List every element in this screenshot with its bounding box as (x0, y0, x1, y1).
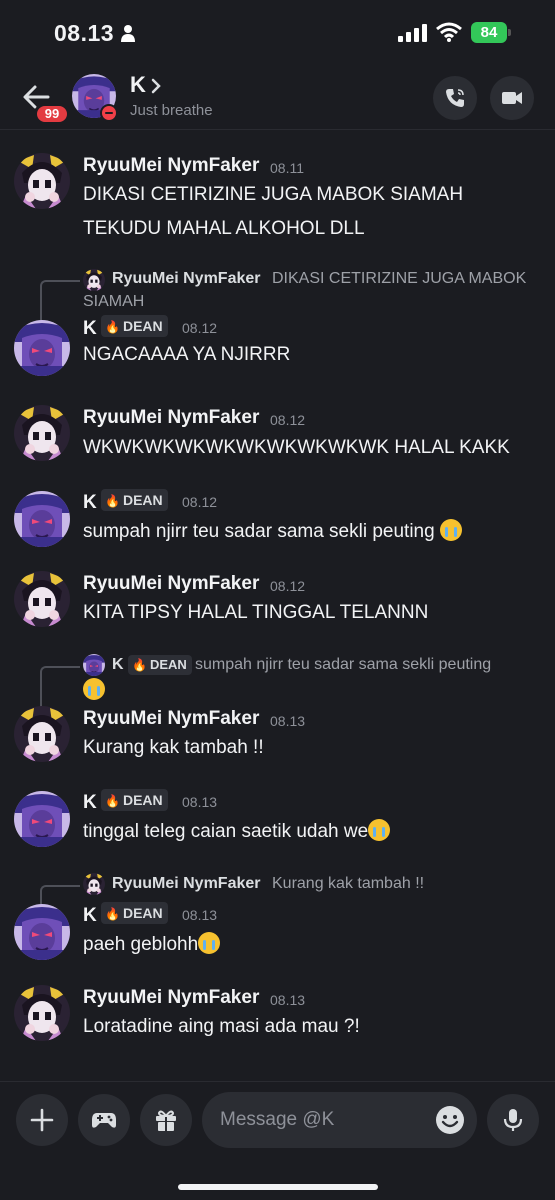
message-timestamp: 08.12 (182, 494, 218, 510)
avatar[interactable] (14, 571, 70, 627)
server-tag: 🔥 DEAN (101, 789, 168, 811)
add-attachment-button[interactable] (16, 1094, 68, 1146)
avatar[interactable] (14, 153, 70, 209)
avatar[interactable] (14, 791, 70, 847)
loudly-crying-emoji (439, 519, 462, 541)
message-username[interactable]: RyuuMei NymFaker (83, 573, 259, 595)
message-text: paeh geblohh (83, 932, 221, 956)
chat-header: 99 K Just breathe (0, 66, 555, 130)
smiley-icon[interactable] (435, 1105, 465, 1135)
avatar[interactable] (14, 491, 70, 547)
gift-icon (156, 1110, 176, 1131)
avatar (83, 269, 105, 291)
phone-icon (446, 89, 464, 107)
message-timestamp: 08.11 (270, 160, 304, 176)
message-username[interactable]: K (83, 792, 97, 814)
server-tag: 🔥 DEAN (128, 655, 192, 675)
cellular-signal-icon (398, 24, 427, 42)
plus-icon (30, 1108, 54, 1132)
message-timestamp: 08.13 (270, 992, 306, 1008)
avatar (83, 654, 105, 676)
custom-status: Just breathe (130, 102, 213, 119)
gamepad-icon (92, 1113, 116, 1128)
reply-text: sumpah njirr teu sadar sama sekli peutin… (195, 656, 492, 673)
avatar (83, 873, 105, 895)
home-indicator[interactable] (178, 1184, 378, 1190)
message-timestamp: 08.13 (270, 713, 306, 729)
message-timestamp: 08.12 (182, 320, 218, 336)
message-timestamp: 08.12 (270, 412, 306, 428)
reply-text: SIAMAH (83, 293, 145, 310)
message-text: tinggal teleg caian saetik udah we (83, 819, 391, 843)
unread-badge: 99 (34, 103, 70, 125)
reply-username: K (112, 656, 124, 673)
loudly-crying-emoji (368, 819, 391, 841)
fire-icon: 🔥 (105, 494, 120, 508)
message-text: KITA TIPSY HALAL TINGGAL TELANNN (83, 602, 429, 623)
message-username[interactable]: RyuuMei NymFaker (83, 155, 259, 177)
message-list: RyuuMei NymFaker 08.11 DIKASI CETIRIZINE… (0, 131, 555, 1081)
battery-level: 84 (471, 22, 507, 43)
avatar[interactable] (14, 985, 70, 1041)
server-tag: 🔥 DEAN (101, 489, 168, 511)
fire-icon: 🔥 (105, 320, 120, 334)
message-input[interactable]: Message @K (202, 1092, 477, 1148)
message-timestamp: 08.12 (270, 578, 306, 594)
message-placeholder: Message @K (220, 1109, 335, 1130)
message-username[interactable]: K (83, 905, 97, 927)
voice-call-button[interactable] (433, 76, 477, 120)
message-timestamp: 08.13 (182, 794, 218, 810)
activities-button[interactable] (78, 1094, 130, 1146)
message-timestamp: 08.13 (182, 907, 218, 923)
message-text: Kurang kak tambah !! (83, 737, 264, 758)
message-text: Loratadine aing masi ada mau ?! (83, 1016, 360, 1037)
battery-icon: 84 (471, 22, 511, 43)
message-composer: Message @K (0, 1081, 555, 1200)
chevron-right-icon[interactable] (150, 78, 162, 94)
message-text: sumpah njirr teu sadar sama sekli peutin… (83, 519, 462, 543)
message-text: WKWKWKWKWKWKWKWKWKWK HALAL KAKK (83, 437, 510, 458)
server-tag: 🔥 DEAN (101, 315, 168, 337)
loudly-crying-emoji (83, 678, 105, 700)
status-bar: 08.13 84 (0, 0, 555, 66)
wifi-icon (436, 22, 462, 42)
message-text: NGACAAAA YA NJIRRR (83, 344, 291, 365)
message-text: TEKUDU MAHAL ALKOHOL DLL (83, 218, 365, 239)
chat-title[interactable]: K (130, 72, 146, 98)
status-time: 08.13 (54, 20, 115, 46)
microphone-icon (503, 1109, 523, 1131)
message-text: DIKASI CETIRIZINE JUGA MABOK SIAMAH (83, 184, 464, 205)
loudly-crying-emoji (198, 932, 221, 954)
message-username[interactable]: K (83, 318, 97, 340)
gift-button[interactable] (140, 1094, 192, 1146)
message-username[interactable]: RyuuMei NymFaker (83, 407, 259, 429)
avatar[interactable] (14, 320, 70, 376)
message-username[interactable]: RyuuMei NymFaker (83, 987, 259, 1009)
fire-icon: 🔥 (105, 907, 120, 921)
person-icon (121, 25, 135, 42)
reply-text: Kurang kak tambah !! (272, 875, 425, 892)
video-call-button[interactable] (490, 76, 534, 120)
reply-username: RyuuMei NymFaker (112, 270, 261, 287)
fire-icon: 🔥 (105, 794, 120, 808)
avatar[interactable] (14, 904, 70, 960)
reply-text: DIKASI CETIRIZINE JUGA MABOK (272, 270, 527, 287)
message-username[interactable]: RyuuMei NymFaker (83, 708, 259, 730)
dnd-status-icon (100, 104, 118, 122)
server-tag: 🔥 DEAN (101, 902, 168, 924)
reply-username: RyuuMei NymFaker (112, 875, 261, 892)
video-icon (502, 92, 522, 104)
avatar[interactable] (14, 706, 70, 762)
avatar[interactable] (14, 405, 70, 461)
message-username[interactable]: K (83, 492, 97, 514)
fire-icon: 🔥 (132, 658, 147, 672)
voice-message-button[interactable] (487, 1094, 539, 1146)
